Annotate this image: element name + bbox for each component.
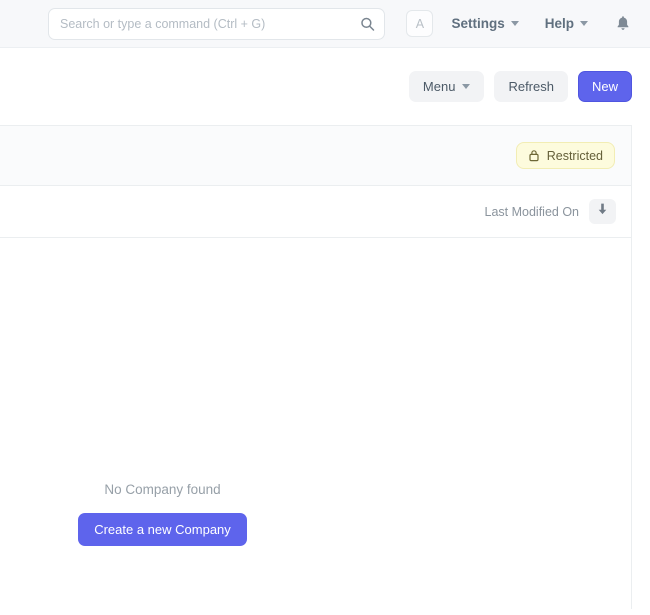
search-input[interactable] xyxy=(48,7,385,40)
chevron-down-icon xyxy=(580,21,588,26)
avatar[interactable]: A xyxy=(406,10,434,37)
create-new-company-button[interactable]: Create a new Company xyxy=(78,513,247,546)
nav-item-help[interactable]: Help xyxy=(545,16,588,31)
status-badge[interactable]: Restricted xyxy=(515,142,615,169)
menu-button-label: Menu xyxy=(422,79,456,94)
list-container: Restricted Last Modified On No Company f… xyxy=(0,125,632,609)
nav-item-settings[interactable]: Settings xyxy=(451,16,519,31)
search-icon[interactable] xyxy=(360,16,375,31)
empty-state: No Company found Create a new Company xyxy=(0,482,325,546)
menu-button[interactable]: Menu xyxy=(408,71,485,102)
refresh-button[interactable]: Refresh xyxy=(494,71,568,102)
bell-icon[interactable] xyxy=(614,15,632,33)
chevron-down-icon xyxy=(462,84,471,89)
sort-row: Last Modified On xyxy=(0,186,631,238)
nav-item-settings-label: Settings xyxy=(451,16,505,31)
empty-state-message: No Company found xyxy=(104,482,221,497)
top-navbar: A Settings Help xyxy=(0,0,650,48)
filter-row: Restricted xyxy=(0,126,631,186)
list-body: No Company found Create a new Company xyxy=(0,238,631,609)
navbar-right-group: A Settings Help xyxy=(406,10,634,37)
sort-direction-button[interactable] xyxy=(589,199,616,224)
sort-field-selector[interactable]: Last Modified On xyxy=(485,205,580,219)
chevron-down-icon xyxy=(510,21,519,26)
new-button[interactable]: New xyxy=(577,71,632,102)
nav-item-help-label: Help xyxy=(544,16,574,31)
arrow-down-icon xyxy=(596,202,609,221)
page-action-bar: Menu Refresh New xyxy=(0,48,650,125)
status-badge-label: Restricted xyxy=(546,148,603,163)
lock-icon xyxy=(528,149,540,162)
search-container xyxy=(48,7,385,40)
